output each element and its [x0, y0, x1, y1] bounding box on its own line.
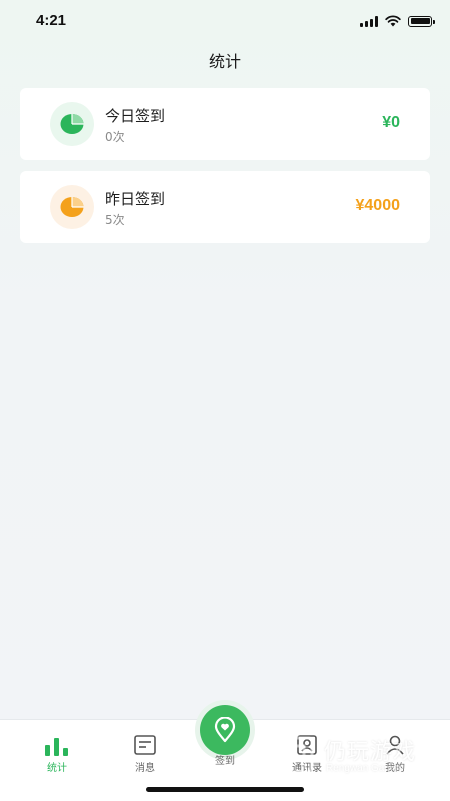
home-indicator [146, 787, 304, 792]
checkin-button[interactable] [195, 700, 255, 760]
bar-chart-icon [45, 738, 68, 756]
tab-messages[interactable]: 消息 [115, 730, 175, 774]
watermark: 仍玩游戏 Rengwan Games [276, 730, 446, 782]
message-icon [134, 735, 156, 755]
yesterday-checkin-card[interactable]: 昨日签到 5次 ¥4000 [20, 171, 430, 243]
battery-icon [408, 15, 435, 27]
today-checkin-card[interactable]: 今日签到 0次 ¥0 [20, 88, 430, 160]
wifi-icon [385, 15, 401, 27]
watermark-text: 仍玩游戏 [324, 740, 417, 765]
card-amount: ¥4000 [355, 197, 401, 214]
card-title: 昨日签到 [105, 190, 166, 208]
tab-label: 签到 [215, 756, 235, 767]
card-amount: ¥0 [382, 114, 400, 131]
watermark-subtext: Rengwan Games [326, 763, 404, 774]
card-title: 今日签到 [105, 107, 166, 125]
pie-chart-icon [60, 114, 84, 134]
today-icon-badge [50, 102, 94, 146]
status-icons [360, 15, 435, 27]
tab-label: 消息 [135, 763, 155, 774]
pie-chart-icon [60, 197, 84, 217]
page-title: 统计 [208, 52, 241, 71]
tab-label: 统计 [47, 763, 67, 774]
checkin-button-inner [200, 705, 250, 755]
card-count: 5次 [105, 213, 125, 227]
cellular-signal-icon [360, 15, 378, 27]
yesterday-icon-badge [50, 185, 94, 229]
status-time: 4:21 [36, 12, 67, 29]
location-pin-icon [214, 717, 236, 743]
tab-stats[interactable]: 统计 [27, 730, 87, 774]
status-bar: 4:21 [0, 0, 450, 44]
card-count: 0次 [105, 130, 125, 144]
watermark-logo-icon [280, 736, 314, 774]
